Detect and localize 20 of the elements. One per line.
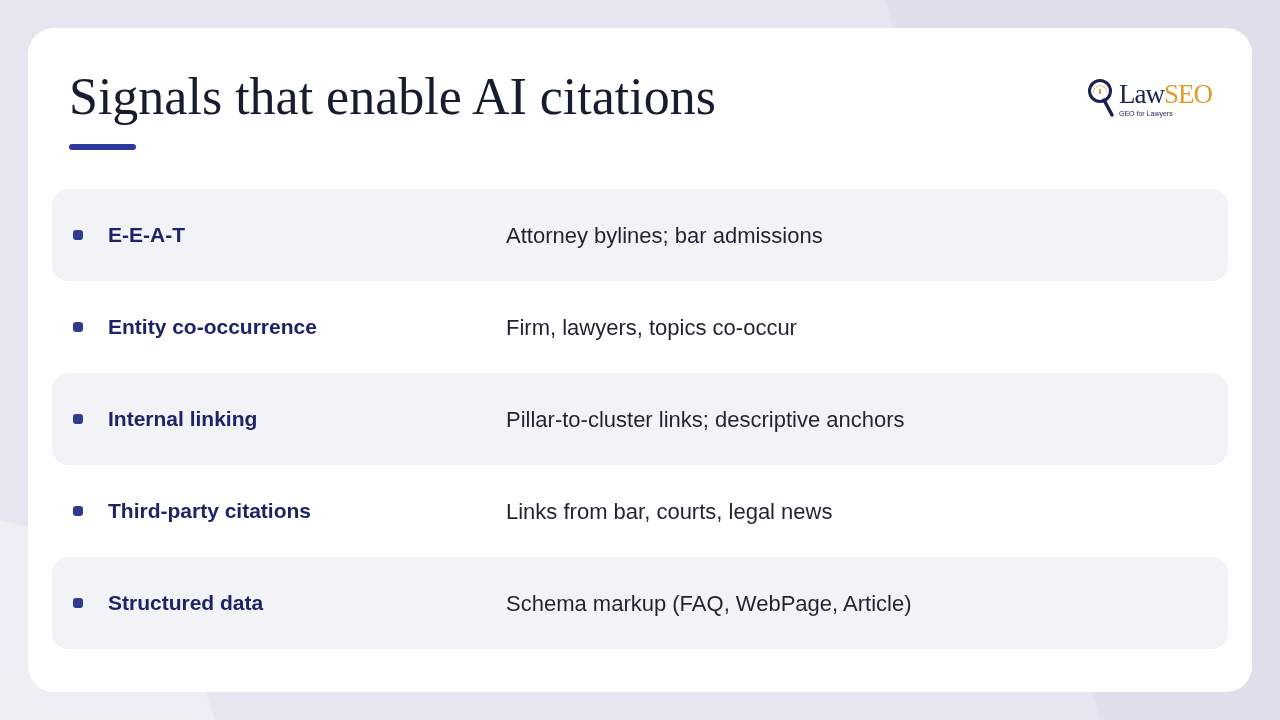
logo-wordmark: Law — [1119, 78, 1164, 110]
signal-description: Links from bar, courts, legal news — [506, 497, 833, 526]
bullet-icon — [73, 598, 83, 608]
signal-name: E-E-A-T — [108, 222, 186, 249]
bullet-icon — [73, 230, 83, 240]
signal-description: Attorney bylines; bar admissions — [506, 221, 823, 250]
bullet-icon — [73, 322, 83, 332]
signal-description: Pillar-to-cluster links; descriptive anchors — [506, 405, 905, 434]
signal-name: Internal linking — [108, 406, 259, 433]
title-underline — [69, 144, 136, 150]
signal-name: Third-party citations — [108, 498, 313, 525]
signal-name: Entity co-occurrence — [108, 314, 318, 341]
logo-wordmark: SEO — [1164, 78, 1212, 110]
slide-title: Signals that enable AI citations — [69, 69, 716, 125]
magnifier-icon — [1087, 78, 1117, 118]
bullet-icon — [73, 506, 83, 516]
signal-description: Schema markup (FAQ, WebPage, Article) — [506, 589, 912, 618]
signal-name: Structured data — [108, 590, 265, 617]
signal-description: Firm, lawyers, topics co-occur — [506, 313, 797, 342]
bullet-icon — [73, 414, 83, 424]
